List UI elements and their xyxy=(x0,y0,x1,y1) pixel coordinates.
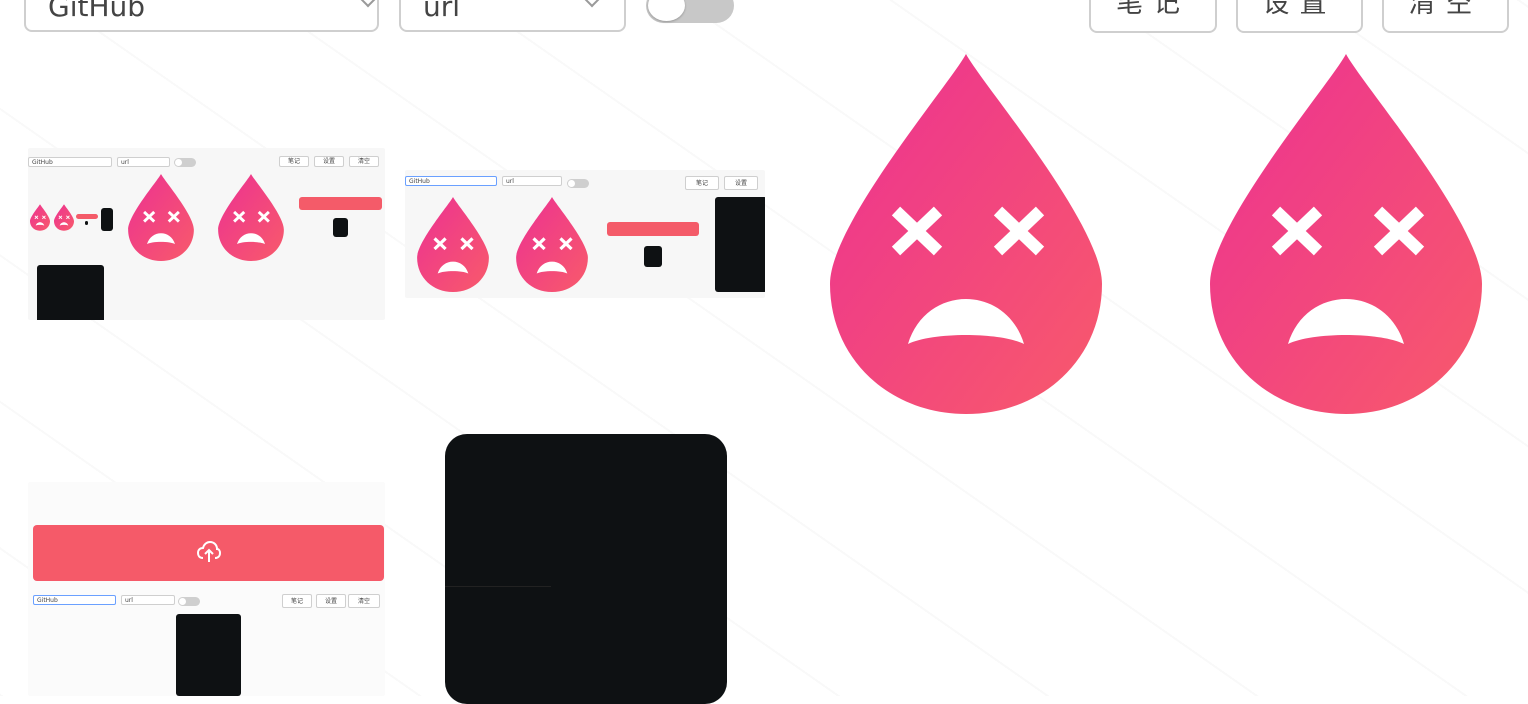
mini-host-select: GitHub xyxy=(33,595,116,605)
mini-dark-block xyxy=(715,197,765,292)
mini-toggle xyxy=(178,597,200,606)
mini-clear-button: 清空 xyxy=(348,594,380,608)
mini-toolbar: GitHub url 笔记 设置 清空 xyxy=(33,594,384,614)
mini-upload-bar xyxy=(607,222,699,236)
mini-dark-block xyxy=(37,265,104,320)
sad-drop-icon xyxy=(218,174,284,261)
mini-notes-button: 笔记 xyxy=(685,176,719,190)
sad-drop-icon xyxy=(417,197,489,292)
mini-settings-button: 设置 xyxy=(314,156,344,167)
mini-upload-bar xyxy=(299,197,382,210)
sad-drop-icon[interactable] xyxy=(1210,54,1482,414)
type-select-value: url xyxy=(423,0,461,23)
mini-host-select: GitHub xyxy=(405,176,497,186)
mini-dark-block xyxy=(101,208,113,231)
mini-upload-bar xyxy=(76,214,98,219)
mini-dark-block xyxy=(333,218,348,237)
notes-button[interactable]: 笔记 xyxy=(1089,0,1217,33)
mini-clear-button: 清空 xyxy=(349,156,379,167)
mini-dark-block xyxy=(85,221,88,225)
mini-toggle xyxy=(174,158,196,167)
mini-type-select: url xyxy=(502,176,562,186)
mini-notes-button: 笔记 xyxy=(282,594,312,608)
dark-image-tile[interactable] xyxy=(445,434,727,704)
chevron-down-icon xyxy=(580,0,604,8)
upload-cloud-icon xyxy=(197,541,221,562)
chevron-down-icon xyxy=(356,0,380,8)
mini-dark-block xyxy=(176,614,241,696)
sad-drop-icon xyxy=(516,197,588,292)
mini-settings-button: 设置 xyxy=(724,176,758,190)
mini-type-select: url xyxy=(117,157,170,167)
mini-host-select: GitHub xyxy=(28,157,112,167)
type-select[interactable]: url xyxy=(399,0,626,32)
sad-drop-icon xyxy=(54,204,74,231)
sad-drop-icon xyxy=(30,204,50,231)
sad-drop-icon[interactable] xyxy=(830,54,1102,414)
mini-host-value: GitHub xyxy=(32,159,53,166)
host-select-value: GitHub xyxy=(48,0,146,23)
toggle-knob xyxy=(648,0,685,21)
image-thumbnail[interactable]: GitHub url 笔记 设置 清空 xyxy=(28,148,385,320)
mini-host-value: GitHub xyxy=(409,178,430,185)
mini-type-value: url xyxy=(506,178,514,185)
mini-host-value: GitHub xyxy=(37,597,58,604)
mini-type-select: url xyxy=(121,595,175,605)
host-select[interactable]: GitHub xyxy=(24,0,380,32)
mini-dark-block xyxy=(644,246,662,267)
clear-button[interactable]: 清空 xyxy=(1382,0,1509,33)
settings-button[interactable]: 设置 xyxy=(1236,0,1363,33)
mini-settings-button: 设置 xyxy=(316,594,346,608)
tile-divider xyxy=(445,586,551,587)
mini-toggle xyxy=(567,179,589,188)
mini-type-value: url xyxy=(121,159,129,166)
mini-notes-button: 笔记 xyxy=(279,156,309,167)
mini-type-value: url xyxy=(125,597,133,604)
sad-drop-icon xyxy=(128,174,194,261)
upload-button[interactable] xyxy=(33,525,384,581)
image-thumbnail[interactable]: GitHub url 笔记 设置 xyxy=(405,170,765,298)
mode-toggle[interactable] xyxy=(646,0,734,23)
